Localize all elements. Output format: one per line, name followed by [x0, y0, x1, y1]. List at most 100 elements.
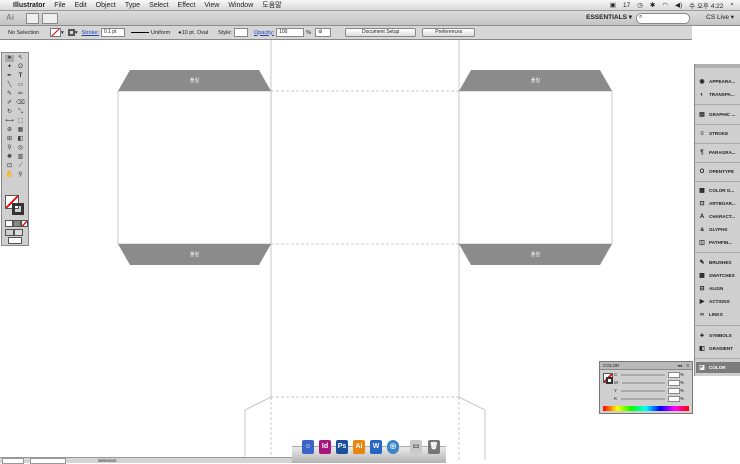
- menu-clock[interactable]: 수 오후 4:22: [689, 0, 723, 10]
- bridge-button[interactable]: [26, 13, 39, 24]
- black-slider[interactable]: K%: [614, 395, 684, 402]
- brush-dropdown[interactable]: ● 10 pt. Oval: [178, 30, 208, 36]
- help-search-input[interactable]: ⌕: [636, 13, 690, 24]
- volume-icon[interactable]: ◀): [675, 1, 682, 9]
- channel-value-field[interactable]: [668, 379, 680, 386]
- dock-swatches[interactable]: ▩ SWATCHES: [696, 270, 740, 281]
- style-swatch[interactable]: [233, 28, 248, 37]
- magenta-slider[interactable]: M%: [614, 379, 684, 386]
- recolor-button[interactable]: ⚙: [315, 28, 332, 37]
- draw-inside-button[interactable]: [14, 229, 23, 236]
- fill-swatch[interactable]: ▾: [50, 28, 64, 37]
- cs-live-menu[interactable]: CS Live ▾: [706, 13, 734, 21]
- eraser-tool-icon[interactable]: ⌫: [16, 100, 25, 107]
- zoom-tool-icon[interactable]: ⚲: [16, 172, 25, 179]
- screen-mode-button[interactable]: [8, 237, 22, 244]
- dock-header[interactable]: [695, 64, 740, 68]
- hand-tool-icon[interactable]: ✋: [5, 172, 14, 179]
- blend-tool-icon[interactable]: ◎: [16, 145, 25, 152]
- stroke-color-box[interactable]: [12, 203, 24, 215]
- dock-character[interactable]: A CHARACT...: [696, 211, 740, 222]
- menu-edit[interactable]: Edit: [75, 2, 87, 9]
- free-transform-tool-icon[interactable]: ⬚: [16, 118, 25, 125]
- dock-color[interactable]: ◪ COLOR: [696, 362, 740, 373]
- slice-tool-icon[interactable]: ⟋: [16, 163, 25, 170]
- rotate-tool-icon[interactable]: ↻: [5, 109, 14, 116]
- gradient-tool-icon[interactable]: ◧: [16, 136, 25, 143]
- arrange-documents-button[interactable]: [42, 13, 58, 24]
- paintbrush-tool-icon[interactable]: ✎: [5, 91, 14, 98]
- pen-tool-icon[interactable]: ✒: [5, 73, 14, 80]
- panel-menu-icon[interactable]: ≡: [686, 362, 689, 369]
- channel-value-field[interactable]: [668, 395, 680, 402]
- dock-brushes[interactable]: ✎ BRUSHES: [696, 257, 740, 268]
- stroke-proxy[interactable]: [606, 377, 613, 384]
- finder-icon[interactable]: ☺: [302, 440, 314, 454]
- illustrator-icon[interactable]: Ai: [353, 440, 365, 454]
- dock-symbols[interactable]: ♣ SYMBOLS: [696, 330, 740, 341]
- status-tool-label[interactable]: Selection: [98, 458, 117, 463]
- mesh-tool-icon[interactable]: ⊞: [5, 136, 14, 143]
- opacity-label[interactable]: Opacity:: [254, 30, 274, 36]
- menu-object[interactable]: Object: [96, 2, 116, 9]
- menu-file[interactable]: File: [54, 2, 65, 9]
- type-tool-icon[interactable]: T: [16, 73, 25, 80]
- blob-brush-tool-icon[interactable]: ✐: [5, 100, 14, 107]
- opacity-field[interactable]: 100: [276, 28, 305, 37]
- shape-builder-tool-icon[interactable]: ⊕: [5, 127, 14, 134]
- word-icon[interactable]: W: [370, 440, 382, 454]
- menu-type[interactable]: Type: [125, 2, 140, 9]
- indesign-icon[interactable]: Id: [319, 440, 331, 454]
- yellow-slider[interactable]: Y%: [614, 387, 684, 394]
- safari-icon[interactable]: ◎: [387, 440, 399, 454]
- photoshop-icon[interactable]: Ps: [336, 440, 348, 454]
- document-setup-button[interactable]: Document Setup: [345, 28, 417, 37]
- adobe-icon[interactable]: ▣: [610, 1, 616, 9]
- dock-opentype[interactable]: O OPENTYPE: [696, 166, 740, 177]
- menu-select[interactable]: Select: [149, 2, 168, 9]
- stroke-label[interactable]: Stroke:: [82, 30, 99, 36]
- collapse-icon[interactable]: ◂◂: [677, 362, 682, 369]
- folder-icon[interactable]: ▭: [410, 440, 422, 454]
- direct-selection-tool-icon[interactable]: ↖: [16, 55, 25, 62]
- artboard-navigation[interactable]: [30, 458, 66, 464]
- menu-app-name[interactable]: Illustrator: [13, 2, 45, 9]
- dock-artboards[interactable]: ⊡ ARTBOAR...: [696, 198, 740, 209]
- stroke-profile-dropdown[interactable]: Uniform: [130, 30, 170, 36]
- scale-tool-icon[interactable]: ⤡: [16, 109, 25, 116]
- dock-appearance[interactable]: ◉ APPEARA...: [696, 76, 740, 87]
- gradient-mode-button[interactable]: [13, 220, 21, 227]
- cyan-slider[interactable]: C%: [614, 371, 684, 378]
- trash-icon[interactable]: 🗑: [428, 440, 440, 454]
- menu-window[interactable]: Window: [228, 2, 253, 9]
- clock-icon[interactable]: ◷: [637, 1, 643, 9]
- menu-effect[interactable]: Effect: [178, 2, 196, 9]
- stroke-weight-field[interactable]: 0.1 pt: [100, 28, 125, 37]
- wifi-icon[interactable]: ◠: [662, 1, 668, 9]
- artboard-canvas[interactable]: 풀칠 풀칠 풀칠 풀칠: [38, 40, 692, 460]
- graph-tool-icon[interactable]: ▥: [16, 154, 25, 161]
- line-tool-icon[interactable]: ╲: [5, 82, 14, 89]
- dock-paragraph[interactable]: ¶ PARAGRA...: [696, 147, 740, 158]
- pencil-tool-icon[interactable]: ✏: [16, 91, 25, 98]
- workspace-switcher[interactable]: ESSENTIALS ▾: [586, 13, 632, 21]
- menu-view[interactable]: View: [204, 2, 219, 9]
- spotlight-icon[interactable]: ⌕: [730, 1, 734, 9]
- dock-gradient[interactable]: ◧ GRADIENT: [696, 343, 740, 354]
- calendar-badge[interactable]: 17: [623, 2, 630, 9]
- dock-align[interactable]: ⊟ ALIGN: [696, 283, 740, 294]
- none-mode-button[interactable]: [21, 220, 28, 227]
- stroke-swatch[interactable]: ▾: [67, 29, 78, 36]
- dock-graphic-styles[interactable]: ▤ GRAPHIC ...: [696, 109, 740, 120]
- artboard-tool-icon[interactable]: ⊡: [5, 163, 14, 170]
- menu-help[interactable]: 도움말: [262, 0, 281, 10]
- dock-pathfinder[interactable]: ◫ PATHFIN...: [696, 237, 740, 248]
- color-spectrum[interactable]: [603, 406, 689, 411]
- bluetooth-icon[interactable]: ✱: [650, 1, 655, 9]
- color-mode-button[interactable]: [5, 220, 13, 227]
- perspective-grid-tool-icon[interactable]: ▦: [16, 127, 25, 134]
- magic-wand-tool-icon[interactable]: ✦: [5, 64, 14, 71]
- dock-actions[interactable]: ▶ ACTIONS: [696, 296, 740, 307]
- preferences-button[interactable]: Preferences: [422, 28, 476, 37]
- channel-value-field[interactable]: [668, 371, 680, 378]
